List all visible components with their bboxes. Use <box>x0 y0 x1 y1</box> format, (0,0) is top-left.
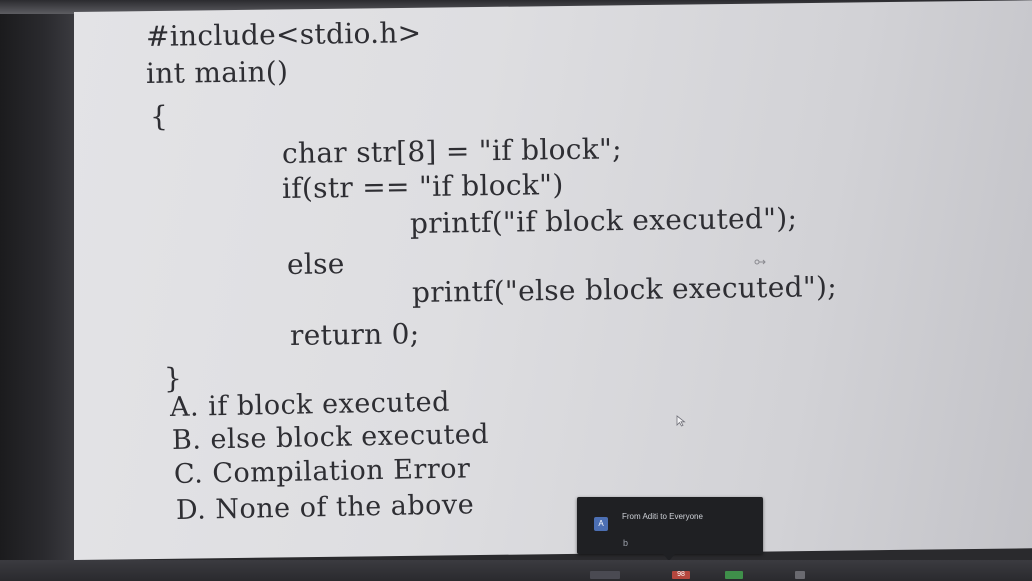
chat-avatar: A <box>594 517 608 531</box>
link-icon <box>754 259 766 265</box>
option-b: B. else block executed <box>171 418 490 456</box>
code-line-return: return 0; <box>289 317 420 352</box>
mouse-pointer-icon <box>676 415 686 427</box>
screen-bezel-left <box>0 0 74 581</box>
code-line-include: #include<stdio.h> <box>145 16 422 53</box>
taskbar-badge[interactable]: 98 <box>672 571 690 579</box>
taskbar-app-icon[interactable] <box>590 571 620 579</box>
chat-message-text: b <box>623 538 629 548</box>
code-line-decl: char str[8] = "if block"; <box>281 132 623 170</box>
code-line-main: int main() <box>145 55 289 90</box>
option-d: D. None of the above <box>175 489 475 526</box>
code-line-if: if(str == "if block") <box>281 168 564 205</box>
code-line-else: else <box>286 247 345 281</box>
taskbar-green-icon[interactable] <box>725 571 743 579</box>
chat-sender-header: From Aditi to Everyone <box>622 512 703 521</box>
option-c: C. Compilation Error <box>173 453 471 490</box>
taskbar-gray-icon[interactable] <box>795 571 805 579</box>
code-line-printf-if: printf("if block executed"); <box>409 201 798 240</box>
code-line-printf-else: printf("else block executed"); <box>411 270 838 309</box>
option-a: A. if block executed <box>169 386 451 423</box>
code-line-open-brace: { <box>149 99 169 133</box>
taskbar <box>0 560 1032 581</box>
code-line-close-brace: } <box>163 361 183 395</box>
